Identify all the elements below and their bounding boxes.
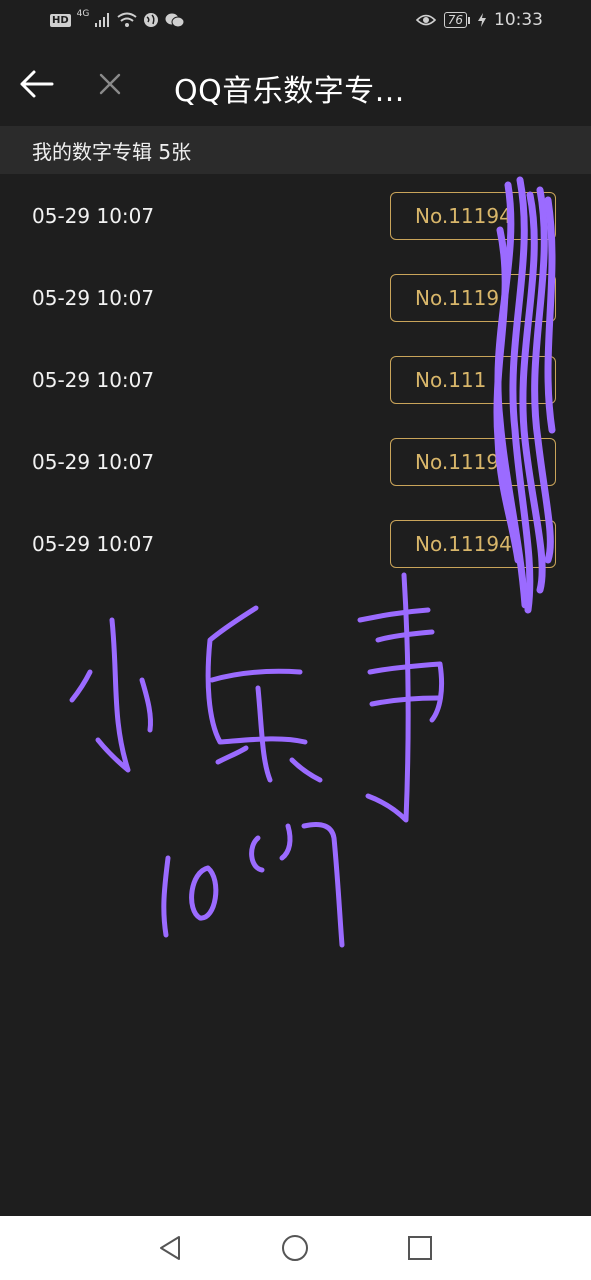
square-recents-icon [408,1236,432,1260]
album-number-button[interactable]: No.1119 [390,274,556,322]
charging-icon [478,13,486,27]
page-title: QQ音乐数字专... [174,74,405,109]
purchase-date: 05-29 10:07 [32,368,155,392]
wifi-icon [117,12,137,27]
section-header: 我的数字专辑 5张 [0,126,591,174]
arrow-left-icon [20,70,54,98]
purchase-date: 05-29 10:07 [32,204,155,228]
album-number-button[interactable]: No.1119 [390,438,556,486]
album-number-button[interactable]: No.11194 [390,192,556,240]
list-item: 05-29 10:07 No.11194 [0,502,591,584]
purchase-date: 05-29 10:07 [32,450,155,474]
album-count-label: 我的数字专辑 5张 [32,139,192,164]
album-number-button[interactable]: No.111 [390,356,556,404]
wechat-icon [165,13,185,28]
circle-home-icon [282,1235,308,1261]
status-right-icons: 76 10:33 [415,10,543,30]
network-type: 4G [76,9,90,19]
triangle-back-icon [160,1236,180,1260]
album-list: 05-29 10:07 No.11194 05-29 10:07 No.1119… [0,174,591,584]
album-number-button[interactable]: No.11194 [390,520,556,568]
back-button[interactable] [14,64,58,104]
purchase-date: 05-29 10:07 [32,286,155,310]
hd-badge: HD [50,13,71,27]
globe-icon [144,13,159,27]
status-time: 10:33 [494,10,543,30]
list-item: 05-29 10:07 No.111 [0,338,591,420]
signal-icon [95,13,110,27]
nav-home-button[interactable] [279,1232,311,1264]
nav-recents-button[interactable] [404,1232,436,1264]
app-bar: QQ音乐数字专... [0,46,591,124]
nav-back-button[interactable] [154,1232,186,1264]
list-item: 05-29 10:07 No.1119 [0,256,591,338]
close-button[interactable] [92,66,128,102]
battery-level: 76 [443,12,467,28]
status-bar: HD 4G 76 10:33 [0,0,591,46]
eye-comfort-icon [415,14,436,26]
status-left-icons: HD 4G [50,9,185,28]
close-icon [99,73,121,95]
battery-icon: 76 [443,12,470,28]
system-nav-bar [0,1216,591,1280]
list-item: 05-29 10:07 No.11194 [0,174,591,256]
purchase-date: 05-29 10:07 [32,532,155,556]
list-item: 05-29 10:07 No.1119 [0,420,591,502]
